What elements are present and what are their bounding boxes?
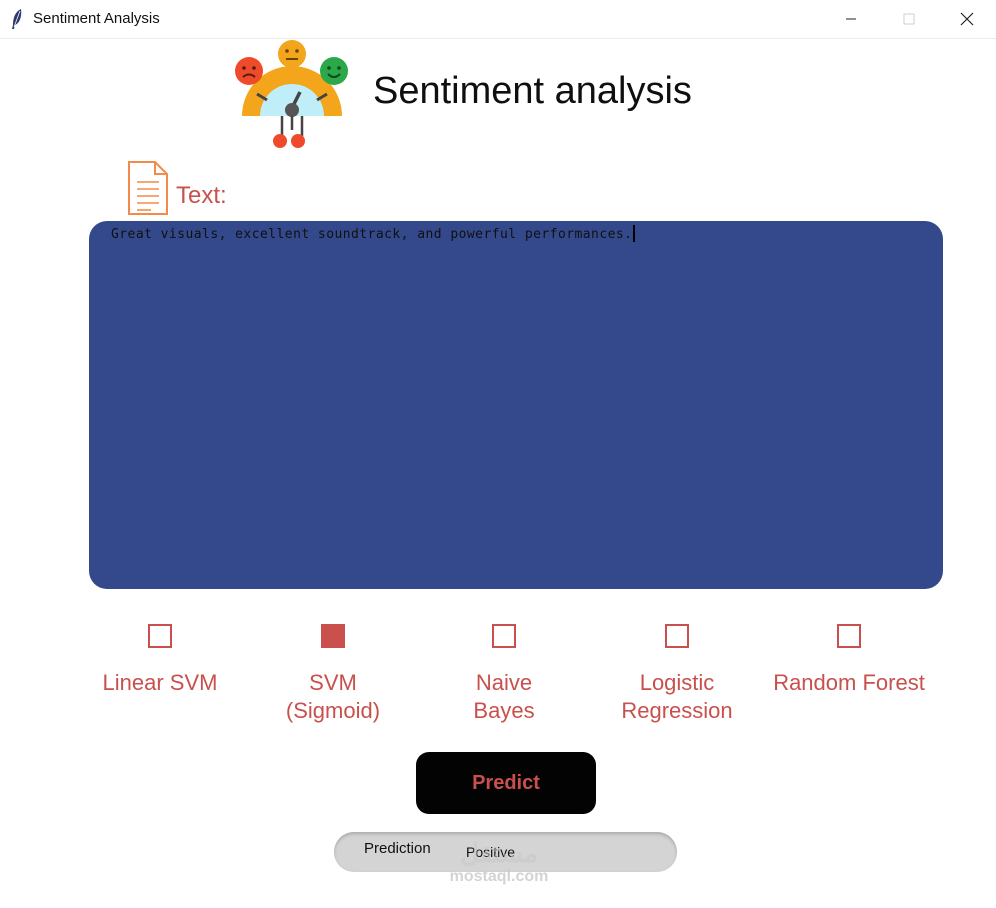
minimize-button[interactable]	[822, 0, 880, 38]
document-icon	[128, 161, 168, 215]
maximize-button[interactable]	[880, 0, 938, 38]
checkbox[interactable]	[321, 624, 345, 648]
checkbox[interactable]	[492, 624, 516, 648]
maximize-icon	[903, 13, 915, 25]
model-option-naive-bayes[interactable]: Naive Bayes	[409, 624, 599, 725]
checkbox[interactable]	[148, 624, 172, 648]
model-label: Random Forest	[773, 670, 925, 695]
watermark-arabic: مستقل	[460, 838, 538, 868]
minimize-icon	[846, 18, 856, 20]
model-option-random-forest[interactable]: Random Forest	[754, 624, 944, 697]
model-label: Logistic Regression	[621, 670, 733, 723]
model-label: Naive Bayes	[473, 670, 535, 723]
predict-button[interactable]: Predict	[416, 752, 596, 814]
checkbox[interactable]	[665, 624, 689, 648]
window-title: Sentiment Analysis	[33, 10, 160, 27]
window-titlebar: Sentiment Analysis	[0, 0, 996, 39]
sentiment-meter-icon	[235, 40, 348, 148]
model-option-svm-sigmoid[interactable]: SVM (Sigmoid)	[238, 624, 428, 725]
model-label: SVM (Sigmoid)	[285, 670, 381, 723]
checkbox[interactable]	[837, 624, 861, 648]
text-caret	[633, 225, 636, 243]
prediction-label: Prediction	[364, 840, 431, 857]
review-text-area[interactable]: Great visuals, excellent soundtrack, and…	[89, 221, 943, 589]
review-text: Great visuals, excellent soundtrack, and…	[111, 227, 633, 242]
model-label: Linear SVM	[102, 670, 218, 695]
text-label: Text:	[176, 182, 227, 209]
model-option-linear-svm[interactable]: Linear SVM	[65, 624, 255, 697]
model-option-logistic-regression[interactable]: Logistic Regression	[582, 624, 772, 725]
close-icon	[960, 12, 974, 26]
close-button[interactable]	[938, 0, 996, 38]
page-title: Sentiment analysis	[373, 70, 692, 112]
watermark-english: mostaql.com	[449, 868, 549, 885]
watermark: مستقل mostaql.com	[437, 838, 561, 886]
feather-icon	[12, 9, 22, 29]
